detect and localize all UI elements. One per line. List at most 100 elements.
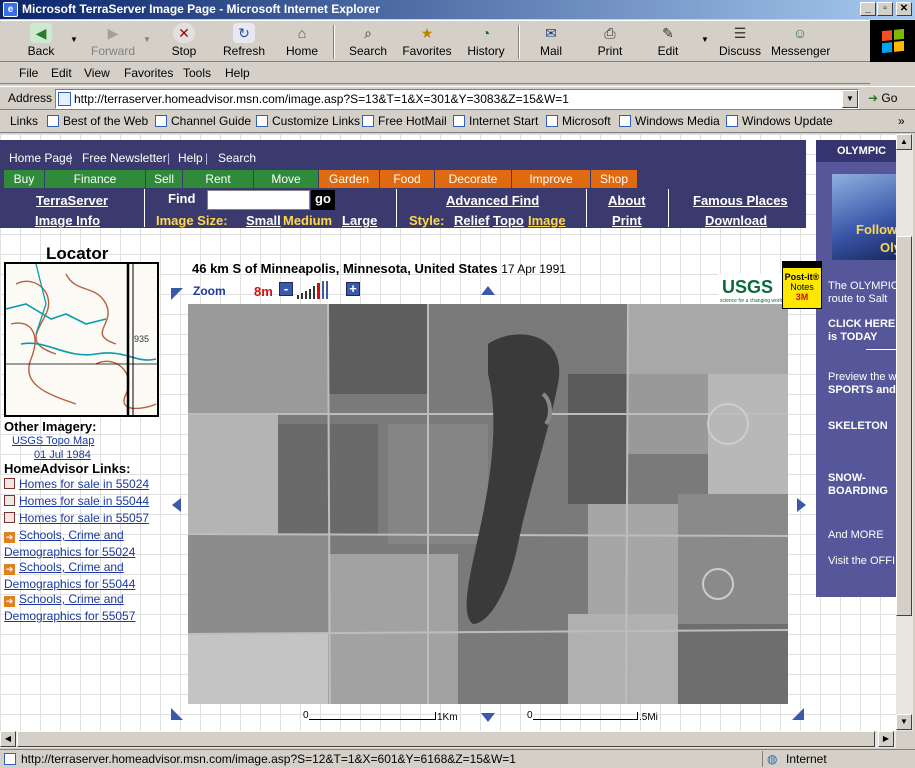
postit-ad[interactable]: Post-it® Notes 3M [782,261,822,309]
go-button[interactable]: ➜ Go [868,91,897,105]
menu-view[interactable]: View [84,66,110,80]
cat-food[interactable]: Food [380,170,434,188]
house-icon [4,478,15,489]
find-go-button[interactable]: go [311,190,335,210]
print-button[interactable]: ⎙ Print [593,23,627,61]
link-customize-links[interactable]: Customize Links [256,114,360,128]
nav-home-page[interactable]: Home Page [9,151,72,165]
back-dropdown-icon[interactable]: ▼ [70,35,78,44]
ad-click-here[interactable]: CLICK HERE [828,318,895,330]
scroll-up-icon[interactable]: ▲ [896,134,912,150]
download-link[interactable]: Download [705,213,767,228]
vertical-scroll-thumb[interactable] [896,236,912,616]
close-button[interactable]: ✕ [896,2,912,16]
link-channel-guide[interactable]: Channel Guide [155,114,251,128]
refresh-button[interactable]: ↻ Refresh [221,23,267,61]
pan-northwest-arrow[interactable] [171,288,183,300]
zoom-level-bar[interactable] [297,281,330,299]
menu-tools[interactable]: Tools [183,66,211,80]
scroll-down-icon[interactable]: ▼ [896,714,912,730]
mail-button[interactable]: ✉ Mail [534,23,568,61]
pan-south-arrow[interactable] [481,713,495,722]
scroll-left-icon[interactable]: ◀ [0,731,16,747]
cat-shop[interactable]: Shop [591,170,637,188]
pan-southwest-arrow[interactable] [171,708,183,720]
link-internet-start[interactable]: Internet Start [453,114,538,128]
schools-link-55044-line2[interactable]: Demographics for 55044 [4,577,135,591]
schools-link-55057[interactable]: ➜ Schools, Crime and [4,592,124,607]
menu-file[interactable]: File [19,66,38,80]
image-info-link[interactable]: Image Info [35,213,100,228]
cat-buy[interactable]: Buy [4,170,44,188]
address-dropdown-icon[interactable]: ▼ [842,90,858,108]
about-link[interactable]: About [608,193,646,208]
horizontal-scrollbar[interactable]: ◀ ▶ [0,731,896,748]
homes-link-55024[interactable]: Homes for sale in 55024 [4,477,149,491]
schools-link-55024[interactable]: ➜ Schools, Crime and [4,528,124,543]
links-overflow-icon[interactable]: » [898,114,905,128]
forward-dropdown-icon[interactable]: ▼ [143,35,151,44]
vertical-scrollbar[interactable]: ▲ ▼ [896,134,913,731]
pan-east-arrow[interactable] [797,498,806,512]
menu-help[interactable]: Help [225,66,250,80]
nav-free-newsletter[interactable]: Free Newsletter [82,151,167,165]
cat-improve[interactable]: Improve [512,170,590,188]
pan-north-arrow[interactable] [481,286,495,295]
advanced-find-link[interactable]: Advanced Find [446,193,539,208]
favorites-button[interactable]: ★ Favorites [402,23,452,61]
home-button[interactable]: ⌂ Home [284,23,320,61]
edit-dropdown-icon[interactable]: ▼ [701,35,709,44]
schools-link-55044[interactable]: ➜ Schools, Crime and [4,560,124,575]
olympic-ad-banner[interactable]: OLYMPIC Follow Olym The OLYMPIC route to… [816,140,896,597]
style-topo-link[interactable]: Topo [493,213,524,228]
minimize-button[interactable]: _ [860,2,876,16]
scroll-right-icon[interactable]: ▶ [878,731,894,747]
cat-move[interactable]: Move [254,170,318,188]
discuss-button[interactable]: ☰ Discuss [718,23,762,61]
find-input[interactable] [207,190,310,210]
link-microsoft[interactable]: Microsoft [546,114,611,128]
schools-link-55024-line2[interactable]: Demographics for 55024 [4,545,135,559]
menu-favorites[interactable]: Favorites [124,66,173,80]
link-windows-media[interactable]: Windows Media [619,114,720,128]
link-free-hotmail[interactable]: Free HotMail [362,114,447,128]
cat-sell[interactable]: Sell [146,170,182,188]
link-best-of-web[interactable]: Best of the Web [47,114,148,128]
famous-places-link[interactable]: Famous Places [693,193,788,208]
size-small-link[interactable]: Small [246,213,281,228]
edit-button[interactable]: ✎ Edit [653,23,683,61]
style-relief-link[interactable]: Relief [454,213,489,228]
pan-west-arrow[interactable] [172,498,181,512]
menu-edit[interactable]: Edit [51,66,72,80]
zoom-out-button[interactable]: - [279,282,293,296]
search-button[interactable]: ⌕ Search [346,23,390,61]
topo-date-link[interactable]: 01 Jul 1984 [34,449,91,461]
link-windows-update[interactable]: Windows Update [726,114,833,128]
cat-garden[interactable]: Garden [319,170,379,188]
cat-rent[interactable]: Rent [183,170,253,188]
messenger-button[interactable]: ☺ Messenger [771,23,830,61]
schools-link-55057-line2[interactable]: Demographics for 55057 [4,609,135,623]
address-input[interactable]: http://terraserver.homeadvisor.msn.com/i… [55,89,859,109]
horizontal-scroll-thumb[interactable] [17,731,875,747]
stop-button[interactable]: ✕ Stop [165,23,203,61]
homes-link-55044[interactable]: Homes for sale in 55044 [4,494,149,508]
homes-link-55057[interactable]: Homes for sale in 55057 [4,511,149,525]
terraserver-link[interactable]: TerraServer [36,193,108,208]
back-button[interactable]: ◀ Back [18,23,64,61]
history-button[interactable]: ◔ History [466,23,506,61]
aerial-photo[interactable] [188,304,788,704]
nav-search[interactable]: Search [218,151,256,165]
usgs-topo-link[interactable]: USGS Topo Map [12,435,94,447]
cat-decorate[interactable]: Decorate [435,170,511,188]
forward-button[interactable]: ▶ Forward [88,23,138,61]
zoom-in-button[interactable]: + [346,282,360,296]
locator-map[interactable]: 935 [4,262,159,417]
size-large-link[interactable]: Large [342,213,377,228]
usgs-logo[interactable]: USGS science for a changing world [718,274,792,304]
cat-finance[interactable]: Finance [45,170,145,188]
print-link[interactable]: Print [612,213,642,228]
pan-southeast-arrow[interactable] [792,708,804,720]
maximize-button[interactable]: ▫ [877,2,893,16]
nav-help[interactable]: Help [178,151,203,165]
